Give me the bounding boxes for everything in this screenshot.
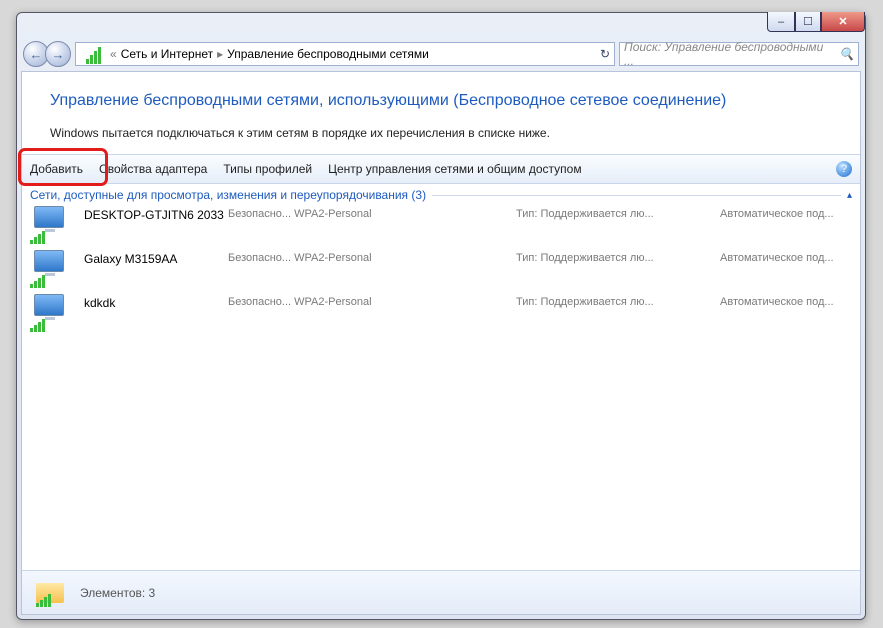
network-row[interactable]: Galaxy M3159AA Безопасно... WPA2-Personal… xyxy=(30,250,852,294)
network-name: Galaxy M3159AA xyxy=(84,250,224,266)
toolbar: Добавить Свойства адаптера Типы профилей… xyxy=(22,154,860,184)
breadcrumb-network[interactable]: Сеть и Интернет xyxy=(121,47,213,61)
maximize-button[interactable]: ☐ xyxy=(795,12,821,32)
breadcrumb-prefix: « xyxy=(110,47,117,61)
network-name: kdkdk xyxy=(84,294,224,310)
network-icon xyxy=(30,206,70,244)
network-icon xyxy=(30,250,70,288)
network-auto: Автоматическое под... xyxy=(720,206,852,220)
header-block: Управление беспроводными сетями, использ… xyxy=(22,72,860,154)
network-name: DESKTOP-GTJITN6 2033 xyxy=(84,206,224,222)
adapter-properties-button[interactable]: Свойства адаптера xyxy=(99,162,207,176)
network-row[interactable]: DESKTOP-GTJITN6 2033 Безопасно... WPA2-Pe… xyxy=(30,206,852,250)
network-security: Безопасно... WPA2-Personal xyxy=(228,250,388,264)
signal-icon xyxy=(86,44,106,64)
folder-icon xyxy=(36,579,68,607)
network-security: Безопасно... WPA2-Personal xyxy=(228,294,388,308)
content-area: Управление беспроводными сетями, использ… xyxy=(21,71,861,615)
network-security: Безопасно... WPA2-Personal xyxy=(228,206,388,220)
forward-button[interactable]: → xyxy=(45,41,71,67)
search-placeholder: Поиск: Управление беспроводными ... xyxy=(624,40,835,68)
profile-types-button[interactable]: Типы профилей xyxy=(223,162,312,176)
network-type: Тип: Поддерживается лю... xyxy=(516,206,716,220)
network-auto: Автоматическое под... xyxy=(720,250,852,264)
refresh-icon[interactable]: ↻ xyxy=(600,47,610,61)
group-header[interactable]: Сети, доступные для просмотра, изменения… xyxy=(22,184,860,206)
breadcrumb-wireless[interactable]: Управление беспроводными сетями xyxy=(227,47,429,61)
network-type: Тип: Поддерживается лю... xyxy=(516,294,716,308)
search-icon[interactable]: 🔍 xyxy=(839,47,854,61)
nav-bar: ← → « Сеть и Интернет ▸ Управление беспр… xyxy=(17,39,865,69)
network-auto: Автоматическое под... xyxy=(720,294,852,308)
page-description: Windows пытается подключаться к этим сет… xyxy=(50,126,832,140)
window-controls: – ☐ ✕ xyxy=(767,12,865,32)
help-icon[interactable]: ? xyxy=(836,161,852,177)
network-icon xyxy=(30,294,70,332)
status-bar: Элементов: 3 xyxy=(22,570,860,614)
status-elements: Элементов: 3 xyxy=(80,586,155,600)
group-header-text: Сети, доступные для просмотра, изменения… xyxy=(30,188,426,202)
group-divider xyxy=(432,195,841,196)
add-button[interactable]: Добавить xyxy=(30,162,83,176)
breadcrumb-sep: ▸ xyxy=(217,47,223,61)
minimize-button[interactable]: – xyxy=(767,12,795,32)
nav-buttons: ← → xyxy=(23,41,71,67)
search-input[interactable]: Поиск: Управление беспроводными ... 🔍 xyxy=(619,42,859,66)
window-frame: – ☐ ✕ ← → « Сеть и Интернет ▸ Управление… xyxy=(16,12,866,620)
address-bar[interactable]: « Сеть и Интернет ▸ Управление беспровод… xyxy=(75,42,615,66)
close-button[interactable]: ✕ xyxy=(821,12,865,32)
network-list: DESKTOP-GTJITN6 2033 Безопасно... WPA2-Pe… xyxy=(22,206,860,338)
network-row[interactable]: kdkdk Безопасно... WPA2-Personal Тип: Подд… xyxy=(30,294,852,338)
network-type: Тип: Поддерживается лю... xyxy=(516,250,716,264)
chevron-up-icon[interactable]: ▴ xyxy=(847,190,852,201)
network-center-button[interactable]: Центр управления сетями и общим доступом xyxy=(328,162,582,176)
page-title: Управление беспроводными сетями, использ… xyxy=(50,92,832,110)
